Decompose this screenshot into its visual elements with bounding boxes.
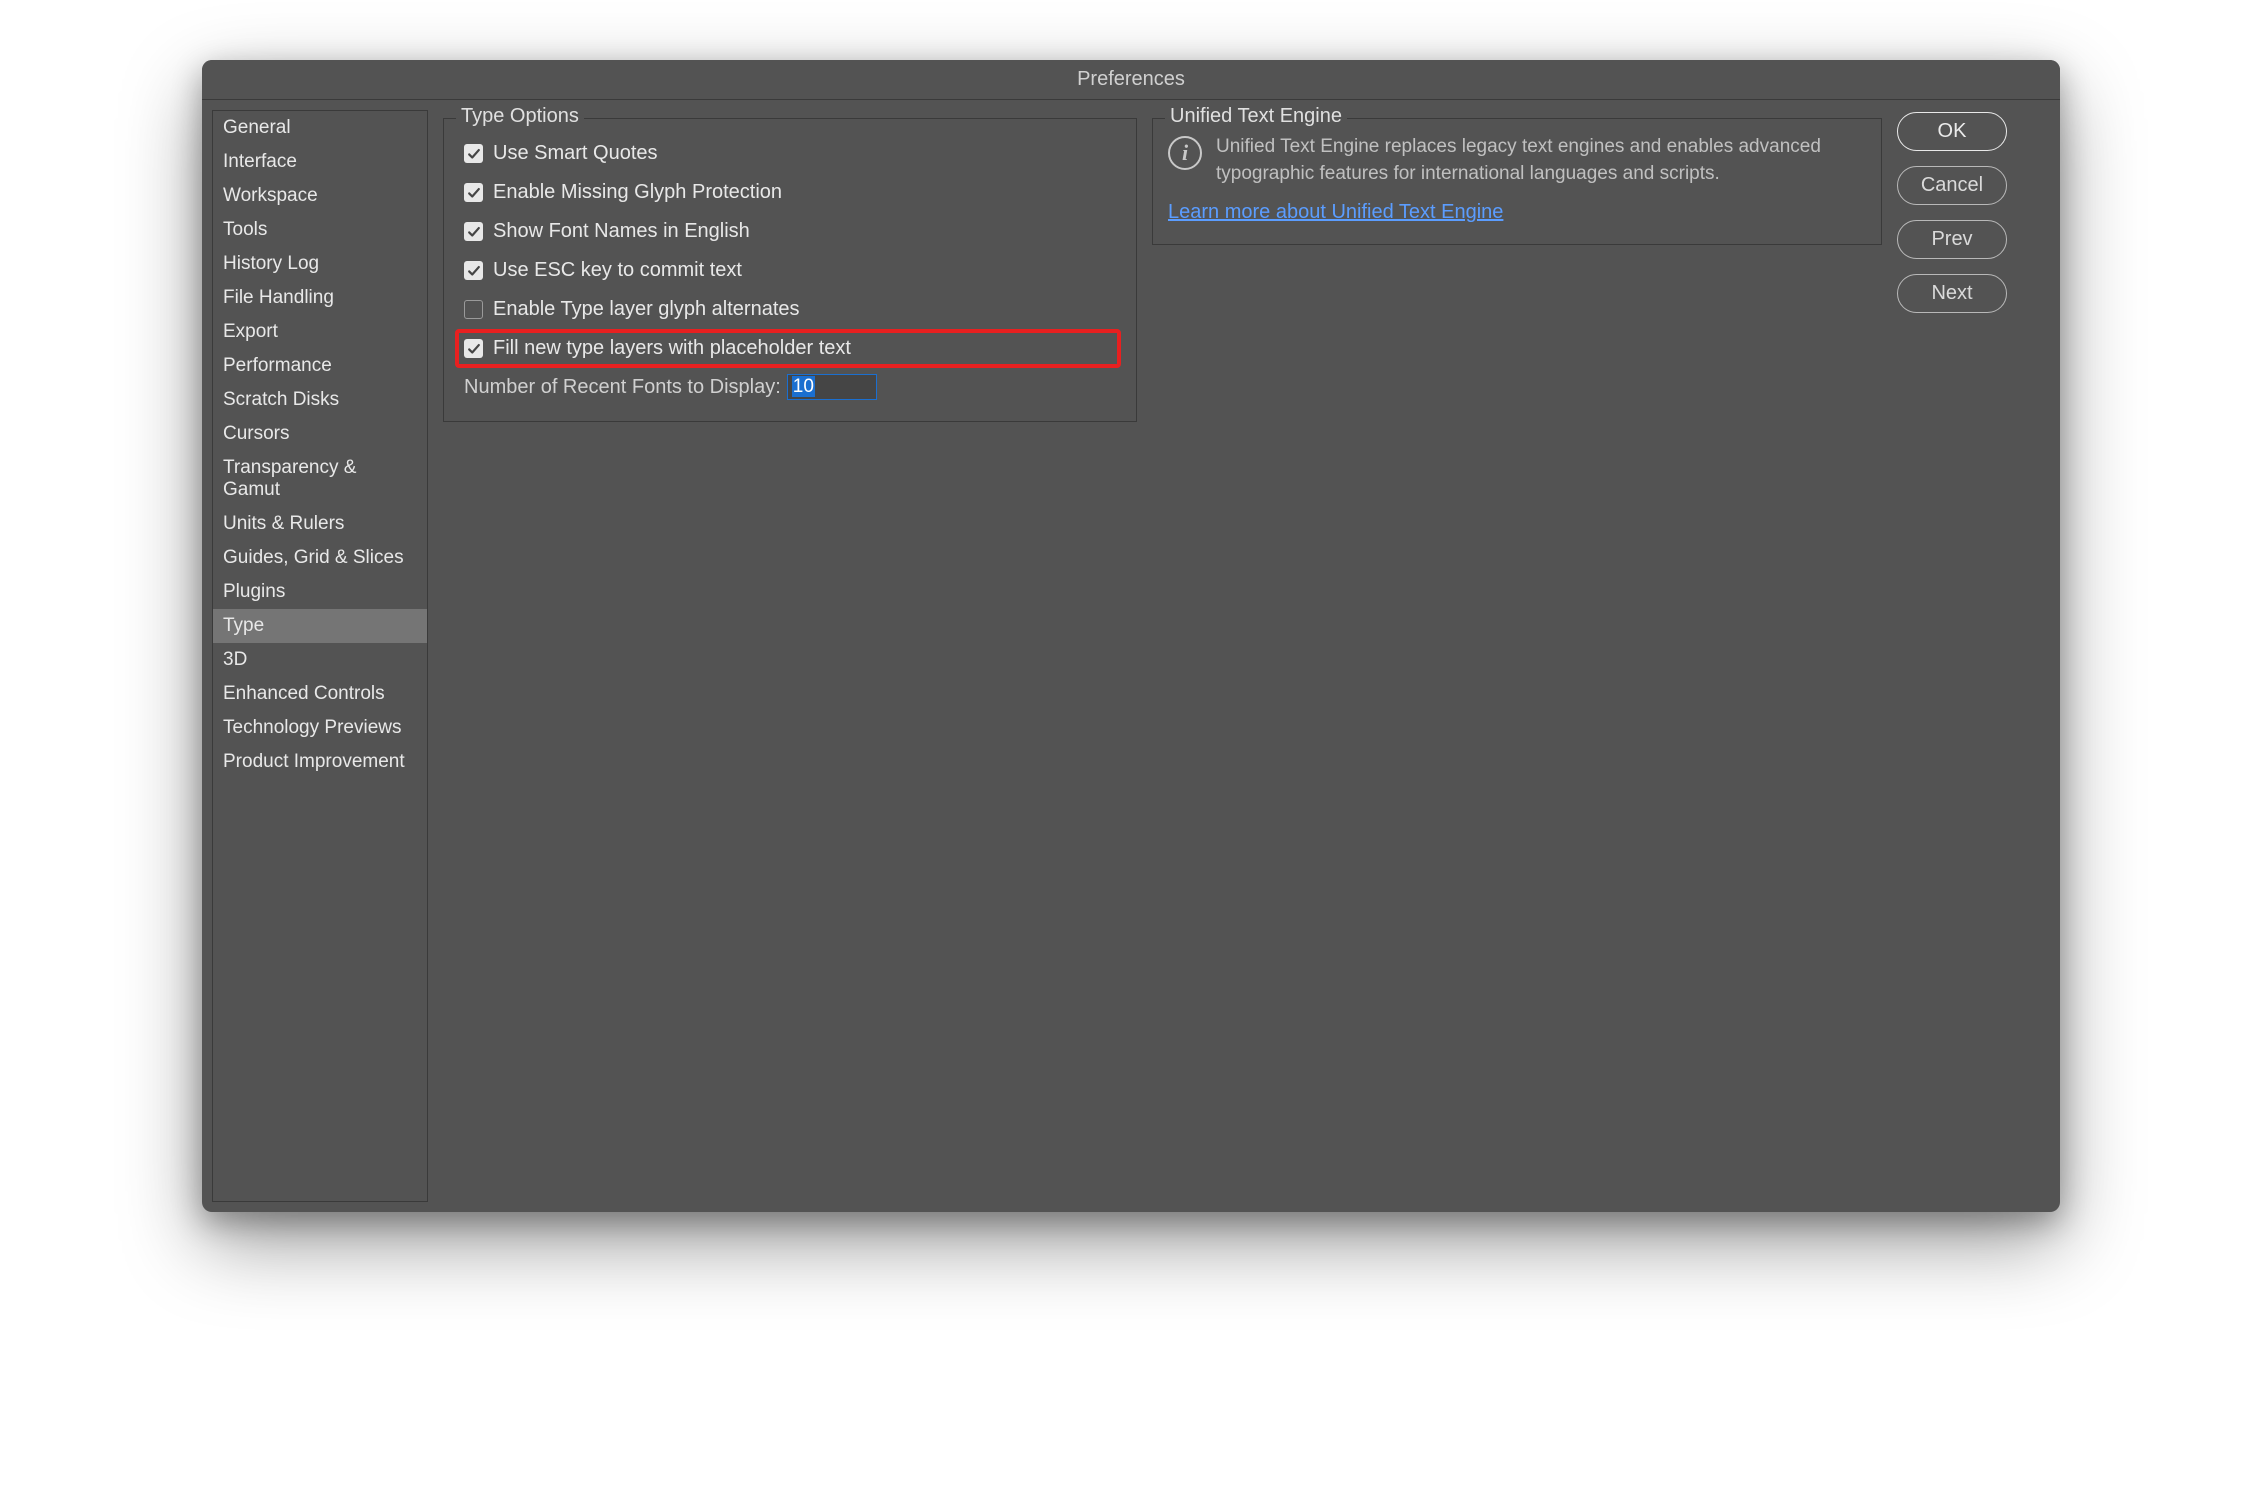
sidebar-item-file-handling[interactable]: File Handling (213, 281, 427, 315)
learn-more-link[interactable]: Learn more about Unified Text Engine (1168, 201, 1866, 224)
checkbox-2[interactable] (464, 222, 483, 241)
preferences-dialog: Preferences GeneralInterfaceWorkspaceToo… (202, 60, 2060, 1212)
ok-button[interactable]: OK (1897, 112, 2007, 151)
checkbox-label-3: Use ESC key to commit text (493, 259, 742, 282)
sidebar-item-general[interactable]: General (213, 111, 427, 145)
info-icon: i (1168, 136, 1202, 170)
sidebar-item-performance[interactable]: Performance (213, 349, 427, 383)
main-area: Type Options Use Smart Quotes Enable Miss… (428, 100, 2060, 1212)
sidebar-item-export[interactable]: Export (213, 315, 427, 349)
sidebar-item-plugins[interactable]: Plugins (213, 575, 427, 609)
checkbox-0[interactable] (464, 144, 483, 163)
checkbox-1[interactable] (464, 183, 483, 202)
preferences-sidebar: GeneralInterfaceWorkspaceToolsHistory Lo… (212, 110, 428, 1202)
sidebar-item-cursors[interactable]: Cursors (213, 417, 427, 451)
sidebar-item-type[interactable]: Type (213, 609, 427, 643)
checkbox-row-3: Use ESC key to commit text (459, 251, 1121, 290)
unified-legend: Unified Text Engine (1165, 105, 1347, 128)
sidebar-item-units-rulers[interactable]: Units & Rulers (213, 507, 427, 541)
checkbox-row-4: Enable Type layer glyph alternates (459, 290, 1121, 329)
checkbox-row-1: Enable Missing Glyph Protection (459, 173, 1121, 212)
next-button[interactable]: Next (1897, 274, 2007, 313)
checkbox-row-5: Fill new type layers with placeholder te… (455, 329, 1121, 368)
sidebar-item-workspace[interactable]: Workspace (213, 179, 427, 213)
recent-fonts-row: Number of Recent Fonts to Display: 10 (459, 368, 1121, 406)
sidebar-item-transparency-gamut[interactable]: Transparency & Gamut (213, 451, 427, 507)
unified-description: Unified Text Engine replaces legacy text… (1216, 134, 1866, 187)
sidebar-item-3d[interactable]: 3D (213, 643, 427, 677)
checkbox-label-2: Show Font Names in English (493, 220, 750, 243)
checkbox-3[interactable] (464, 261, 483, 280)
sidebar-item-technology-previews[interactable]: Technology Previews (213, 711, 427, 745)
sidebar-item-history-log[interactable]: History Log (213, 247, 427, 281)
dialog-content: GeneralInterfaceWorkspaceToolsHistory Lo… (202, 100, 2060, 1212)
dialog-buttons: OK Cancel Prev Next (1897, 110, 2007, 1202)
checkbox-label-1: Enable Missing Glyph Protection (493, 181, 782, 204)
sidebar-item-guides-grid-slices[interactable]: Guides, Grid & Slices (213, 541, 427, 575)
sidebar-item-interface[interactable]: Interface (213, 145, 427, 179)
sidebar-item-enhanced-controls[interactable]: Enhanced Controls (213, 677, 427, 711)
checkbox-5[interactable] (464, 339, 483, 358)
recent-fonts-input[interactable]: 10 (787, 374, 877, 400)
cancel-button[interactable]: Cancel (1897, 166, 2007, 205)
unified-text-engine-fieldset: Unified Text Engine i Unified Text Engin… (1152, 118, 1882, 245)
sidebar-item-product-improvement[interactable]: Product Improvement (213, 745, 427, 779)
checkbox-label-5: Fill new type layers with placeholder te… (493, 337, 851, 360)
dialog-title: Preferences (202, 60, 2060, 100)
checkbox-4[interactable] (464, 300, 483, 319)
type-options-fieldset: Type Options Use Smart QuotesEnable Miss… (443, 118, 1137, 422)
checkbox-row-2: Show Font Names in English (459, 212, 1121, 251)
recent-fonts-label: Number of Recent Fonts to Display: (464, 376, 781, 399)
sidebar-item-tools[interactable]: Tools (213, 213, 427, 247)
sidebar-item-scratch-disks[interactable]: Scratch Disks (213, 383, 427, 417)
type-options-legend: Type Options (456, 105, 584, 128)
checkbox-label-0: Use Smart Quotes (493, 142, 658, 165)
prev-button[interactable]: Prev (1897, 220, 2007, 259)
checkbox-row-0: Use Smart Quotes (459, 134, 1121, 173)
checkbox-label-4: Enable Type layer glyph alternates (493, 298, 800, 321)
